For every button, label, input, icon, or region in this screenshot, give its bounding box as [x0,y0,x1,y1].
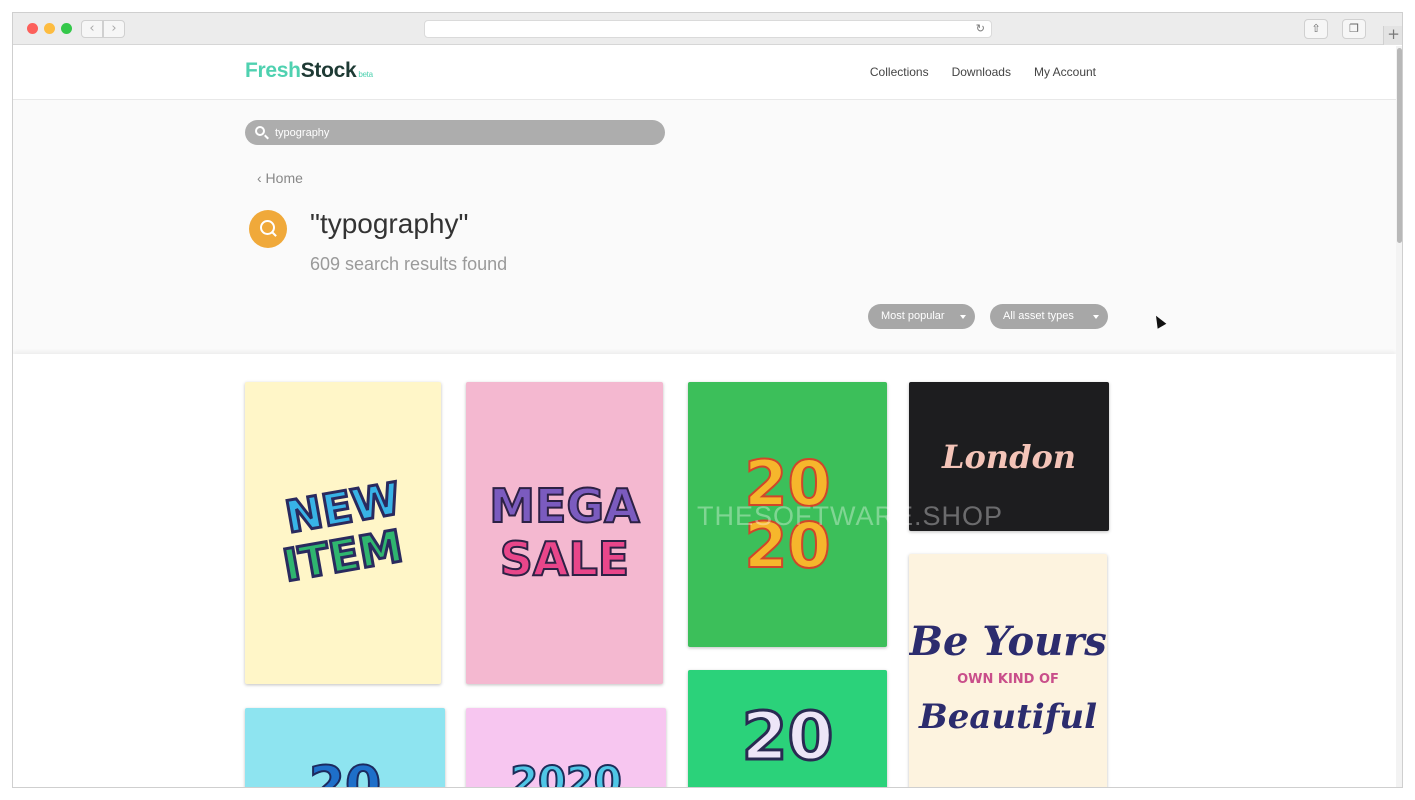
breadcrumb-home-link[interactable]: ‹ Home [257,170,303,186]
asset-type-dropdown-label: All asset types [1003,310,1074,322]
artwork-text: Be Yours [909,617,1107,665]
chevron-left-icon: ‹ [89,21,95,36]
plus-icon: + [1387,25,1400,43]
asset-card[interactable]: 2020 [466,708,666,788]
artwork-text: MEGA [488,479,641,534]
asset-card[interactable]: 20 [688,670,887,787]
asset-card[interactable]: Be Yours OWN KIND OF Beautiful [909,554,1107,787]
asset-artwork: MEGA SALE [488,479,641,587]
nav-my-account[interactable]: My Account [1034,65,1096,79]
watermark: THESOFTWARE.SHOP [697,501,1004,531]
nav-collections[interactable]: Collections [870,65,929,79]
scrollbar-thumb[interactable] [1397,48,1402,243]
search-input[interactable] [275,120,655,145]
share-icon: ⇧ [1311,22,1321,35]
result-count: 609 search results found [310,254,508,274]
mouse-cursor-icon [1151,313,1167,329]
asset-artwork: Be Yours OWN KIND OF Beautiful [909,617,1107,737]
artwork-text: 2020 [509,759,622,788]
beta-badge: beta [358,70,373,79]
show-tabs-button[interactable]: ❐ [1342,19,1366,39]
minimize-window-button[interactable] [44,23,55,34]
asset-card[interactable]: NEW ITEM [245,382,441,684]
logo-text-stock: Stock [300,59,357,82]
asset-artwork: 2020 [509,759,622,788]
nav-downloads[interactable]: Downloads [952,65,1011,79]
search-icon [249,210,287,248]
forward-button[interactable]: › [103,20,125,38]
chevron-right-icon: › [111,21,117,36]
asset-artwork: 20 [308,756,382,788]
asset-type-dropdown[interactable]: All asset types [990,304,1108,329]
asset-card[interactable]: 20 [245,708,445,788]
caret-down-icon [960,315,966,319]
reload-icon[interactable]: ↻ [976,21,985,37]
artwork-text: Beautiful [918,696,1097,737]
page-content: FreshStock beta Collections Downloads My … [13,46,1396,788]
search-icon [255,126,265,136]
sort-dropdown-label: Most popular [881,310,945,322]
artwork-text: London [941,437,1077,476]
caret-down-icon [1093,315,1099,319]
browser-toolbar: ‹ › ↻ ⇧ ❐ + [13,13,1402,45]
new-tab-button[interactable]: + [1383,25,1402,45]
sort-dropdown[interactable]: Most popular [868,304,975,329]
artwork-text: 20 [308,756,382,788]
share-button[interactable]: ⇧ [1304,19,1328,39]
browser-window: ‹ › ↻ ⇧ ❐ + FreshStock beta Collections D… [12,12,1403,788]
asset-card[interactable]: MEGA SALE [466,382,663,684]
artwork-text: SALE [499,532,630,587]
main-nav: Collections Downloads My Account [870,65,1096,79]
search-bar [245,120,665,145]
logo-text-fresh: Fresh [245,59,301,82]
tabs-icon: ❐ [1349,22,1359,35]
asset-artwork: NEW ITEM [278,471,408,593]
site-logo[interactable]: FreshStock beta [245,59,373,83]
back-button[interactable]: ‹ [81,20,103,38]
site-header: FreshStock beta Collections Downloads My … [13,46,1396,100]
zoom-window-button[interactable] [61,23,72,34]
page-title: "typography" [310,208,469,239]
asset-artwork: 20 [740,698,835,775]
address-bar[interactable]: ↻ [424,20,992,38]
artwork-text: 20 [740,698,835,775]
close-window-button[interactable] [27,23,38,34]
page-scrollbar[interactable] [1396,46,1402,787]
artwork-text: OWN KIND OF [957,671,1059,687]
asset-artwork: London [942,438,1076,476]
